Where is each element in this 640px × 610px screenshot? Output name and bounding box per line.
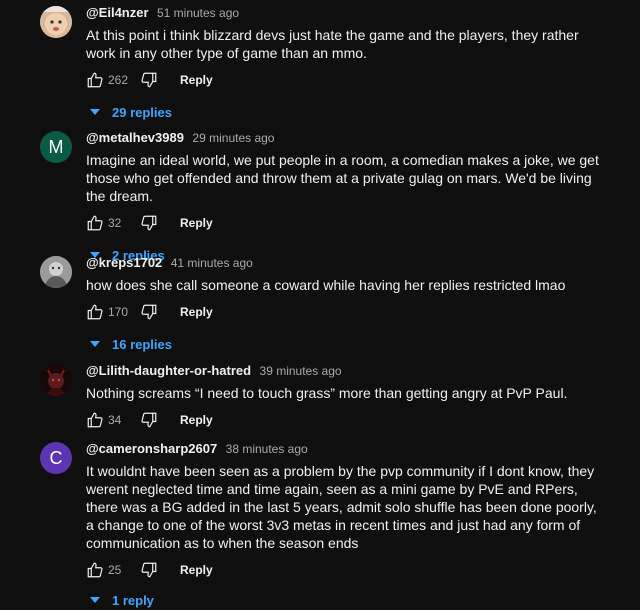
portrait-avatar-image xyxy=(40,256,72,288)
reply-button[interactable]: Reply xyxy=(180,305,213,319)
comment-author[interactable]: @kreps1702 xyxy=(86,255,162,270)
comment-actions: 170 Reply xyxy=(86,300,606,324)
replies-count-label: 29 replies xyxy=(112,104,172,120)
baby-face-avatar-image xyxy=(40,6,72,38)
avatar-letter: C xyxy=(49,447,63,468)
view-replies-button[interactable]: 1 reply xyxy=(90,590,606,610)
comment-timestamp[interactable]: 38 minutes ago xyxy=(226,442,308,456)
comment-timestamp[interactable]: 29 minutes ago xyxy=(192,131,274,145)
reply-button[interactable]: Reply xyxy=(180,73,213,87)
avatar[interactable] xyxy=(40,6,72,38)
dark-character-avatar-image xyxy=(40,364,72,396)
comment-author[interactable]: @Lilith-daughter-or-hatred xyxy=(86,363,251,378)
view-replies-button[interactable]: 29 replies xyxy=(90,102,606,122)
like-icon[interactable] xyxy=(86,214,104,232)
avatar[interactable] xyxy=(40,256,72,288)
comment-author[interactable]: @metalhev3989 xyxy=(86,130,184,145)
comment-actions: 262 Reply xyxy=(86,68,606,92)
comment-text: At this point i think blizzard devs just… xyxy=(86,27,579,61)
comment-actions: 32 Reply xyxy=(86,211,606,235)
replies-count-label: 16 replies xyxy=(112,336,172,352)
dislike-icon[interactable] xyxy=(140,214,158,232)
dislike-icon[interactable] xyxy=(140,561,158,579)
comment-timestamp[interactable]: 41 minutes ago xyxy=(171,256,253,270)
chevron-down-icon xyxy=(90,109,100,115)
comment-author[interactable]: @cameronsharp2607 xyxy=(86,441,217,456)
comment-author[interactable]: @Eil4nzer xyxy=(86,5,149,20)
like-icon[interactable] xyxy=(86,71,104,89)
avatar[interactable] xyxy=(40,364,72,396)
comment-text: It wouldnt have been seen as a problem b… xyxy=(86,463,597,551)
avatar[interactable]: C xyxy=(40,442,72,474)
comment-timestamp[interactable]: 51 minutes ago xyxy=(157,6,239,20)
comment-text: Imagine an ideal world, we put people in… xyxy=(86,152,599,204)
dislike-icon[interactable] xyxy=(140,71,158,89)
comment-text: Nothing screams “I need to touch grass” … xyxy=(86,385,568,401)
reply-button[interactable]: Reply xyxy=(180,563,213,577)
reply-button[interactable]: Reply xyxy=(180,413,213,427)
dislike-icon[interactable] xyxy=(140,411,158,429)
like-count: 25 xyxy=(108,563,122,577)
reply-button[interactable]: Reply xyxy=(180,216,213,230)
chevron-down-icon xyxy=(90,341,100,347)
like-count: 262 xyxy=(108,73,129,87)
comment-actions: 34 Reply xyxy=(86,408,606,432)
comment-actions: 25 Reply xyxy=(86,558,606,582)
avatar[interactable]: M xyxy=(40,131,72,163)
chevron-down-icon xyxy=(90,597,100,603)
view-replies-button[interactable]: 16 replies xyxy=(90,334,606,354)
like-count: 32 xyxy=(108,216,122,230)
like-icon[interactable] xyxy=(86,411,104,429)
like-icon[interactable] xyxy=(86,303,104,321)
like-count: 34 xyxy=(108,413,122,427)
avatar-letter: M xyxy=(48,136,64,157)
comment-timestamp[interactable]: 39 minutes ago xyxy=(260,364,342,378)
dislike-icon[interactable] xyxy=(140,303,158,321)
replies-count-label: 1 reply xyxy=(112,592,154,608)
like-count: 170 xyxy=(108,305,129,319)
like-icon[interactable] xyxy=(86,561,104,579)
comment-text: how does she call someone a coward while… xyxy=(86,277,566,293)
